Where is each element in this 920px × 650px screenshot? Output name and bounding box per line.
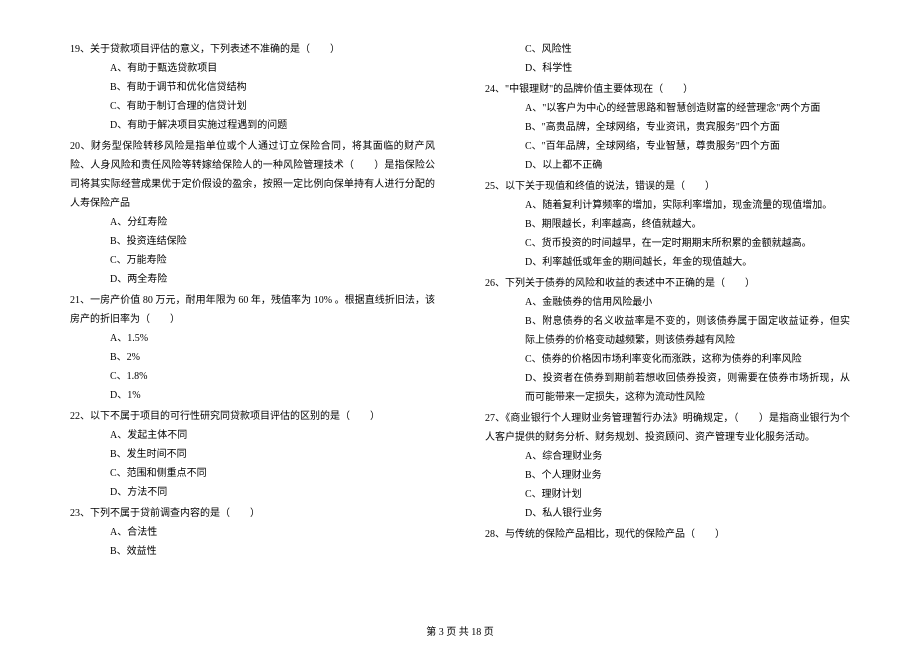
q25-option-d: D、利率越低或年金的期间越长，年金的现值越大。 — [485, 253, 850, 272]
q21-option-a: A、1.5% — [70, 329, 435, 348]
q25-text: 25、以下关于现值和终值的说法，错误的是（ ） — [485, 177, 850, 196]
question-27: 27、《商业银行个人理财业务管理暂行办法》明确规定，（ ）是指商业银行为个人客户… — [485, 409, 850, 523]
q27-option-b: B、个人理财业务 — [485, 466, 850, 485]
q27-text: 27、《商业银行个人理财业务管理暂行办法》明确规定，（ ）是指商业银行为个人客户… — [485, 409, 850, 447]
q21-text: 21、一房产价值 80 万元，耐用年限为 60 年，残值率为 10% 。根据直线… — [70, 291, 435, 329]
q22-text: 22、以下不属于项目的可行性研究同贷款项目评估的区别的是（ ） — [70, 407, 435, 426]
q26-option-d: D、投资者在债券到期前若想收回债券投资，则需要在债券市场折现，从而可能带来一定损… — [485, 369, 850, 407]
q21-option-d: D、1% — [70, 386, 435, 405]
q20-text: 20、财务型保险转移风险是指单位或个人通过订立保险合同，将其面临的财产风险、人身… — [70, 137, 435, 213]
q22-option-d: D、方法不同 — [70, 483, 435, 502]
q25-option-b: B、期限越长，利率越高，终值就越大。 — [485, 215, 850, 234]
q26-option-b: B、附息债券的名义收益率是不变的，则该债券属于固定收益证券，但实际上债券的价格变… — [485, 312, 850, 350]
q23-option-a: A、合法性 — [70, 523, 435, 542]
q23-option-d: D、科学性 — [485, 59, 850, 78]
q23-option-c: C、风险性 — [485, 40, 850, 59]
q27-option-a: A、综合理财业务 — [485, 447, 850, 466]
question-20: 20、财务型保险转移风险是指单位或个人通过订立保险合同，将其面临的财产风险、人身… — [70, 137, 435, 289]
q26-text: 26、下列关于债券的风险和收益的表述中不正确的是（ ） — [485, 274, 850, 293]
q23-text: 23、下列不属于贷前调查内容的是（ ） — [70, 504, 435, 523]
question-19: 19、关于贷款项目评估的意义，下列表述不准确的是（ ） A、有助于甄选贷款项目 … — [70, 40, 435, 135]
question-21: 21、一房产价值 80 万元，耐用年限为 60 年，残值率为 10% 。根据直线… — [70, 291, 435, 405]
q27-option-d: D、私人银行业务 — [485, 504, 850, 523]
q24-text: 24、"中银理财"的品牌价值主要体现在（ ） — [485, 80, 850, 99]
q22-option-a: A、发起主体不同 — [70, 426, 435, 445]
question-23-cont: C、风险性 D、科学性 — [485, 40, 850, 78]
q19-option-c: C、有助于制订合理的信贷计划 — [70, 97, 435, 116]
q19-option-d: D、有助于解决项目实施过程遇到的问题 — [70, 116, 435, 135]
q20-option-d: D、两全寿险 — [70, 270, 435, 289]
question-26: 26、下列关于债券的风险和收益的表述中不正确的是（ ） A、金融债券的信用风险最… — [485, 274, 850, 407]
question-24: 24、"中银理财"的品牌价值主要体现在（ ） A、"以客户为中心的经营思路和智慧… — [485, 80, 850, 175]
q21-option-c: C、1.8% — [70, 367, 435, 386]
exam-content: 19、关于贷款项目评估的意义，下列表述不准确的是（ ） A、有助于甄选贷款项目 … — [70, 40, 850, 610]
q27-option-c: C、理财计划 — [485, 485, 850, 504]
right-column: C、风险性 D、科学性 24、"中银理财"的品牌价值主要体现在（ ） A、"以客… — [485, 40, 850, 610]
q24-option-d: D、以上都不正确 — [485, 156, 850, 175]
q21-option-b: B、2% — [70, 348, 435, 367]
q19-text: 19、关于贷款项目评估的意义，下列表述不准确的是（ ） — [70, 40, 435, 59]
q22-option-c: C、范围和侧重点不同 — [70, 464, 435, 483]
question-25: 25、以下关于现值和终值的说法，错误的是（ ） A、随着复利计算频率的增加，实际… — [485, 177, 850, 272]
q19-option-a: A、有助于甄选贷款项目 — [70, 59, 435, 78]
q20-option-c: C、万能寿险 — [70, 251, 435, 270]
question-28: 28、与传统的保险产品相比，现代的保险产品（ ） — [485, 525, 850, 544]
q22-option-b: B、发生时间不同 — [70, 445, 435, 464]
left-column: 19、关于贷款项目评估的意义，下列表述不准确的是（ ） A、有助于甄选贷款项目 … — [70, 40, 435, 610]
q26-option-a: A、金融债券的信用风险最小 — [485, 293, 850, 312]
q25-option-a: A、随着复利计算频率的增加，实际利率增加，现金流量的现值增加。 — [485, 196, 850, 215]
question-23: 23、下列不属于贷前调查内容的是（ ） A、合法性 B、效益性 — [70, 504, 435, 561]
q19-option-b: B、有助于调节和优化信贷结构 — [70, 78, 435, 97]
q24-option-c: C、"百年品牌，全球网络，专业智慧，尊贵服务"四个方面 — [485, 137, 850, 156]
q24-option-b: B、"高贵品牌，全球网络，专业资讯，贵宾服务"四个方面 — [485, 118, 850, 137]
page-footer: 第 3 页 共 18 页 — [0, 623, 920, 638]
q26-option-c: C、债券的价格因市场利率变化而涨跌，这称为债券的利率风险 — [485, 350, 850, 369]
q24-option-a: A、"以客户为中心的经营思路和智慧创造财富的经营理念"两个方面 — [485, 99, 850, 118]
q23-option-b: B、效益性 — [70, 542, 435, 561]
question-22: 22、以下不属于项目的可行性研究同贷款项目评估的区别的是（ ） A、发起主体不同… — [70, 407, 435, 502]
q25-option-c: C、货币投资的时间越早，在一定时期期末所积累的金额就越高。 — [485, 234, 850, 253]
q28-text: 28、与传统的保险产品相比，现代的保险产品（ ） — [485, 525, 850, 544]
q20-option-a: A、分红寿险 — [70, 213, 435, 232]
q20-option-b: B、投资连结保险 — [70, 232, 435, 251]
